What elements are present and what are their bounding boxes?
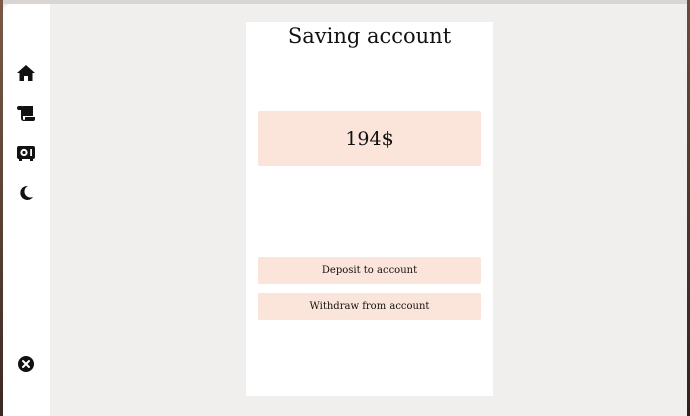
balance-value: 194$ — [345, 127, 394, 150]
app-window: Saving account 194$ Deposit to account W… — [3, 4, 687, 416]
page-title: Saving account — [287, 24, 452, 48]
sidebar-item-dark-mode[interactable] — [15, 182, 37, 204]
balance-display: 194$ — [258, 111, 481, 166]
sidebar — [3, 4, 50, 416]
saving-account-panel: Saving account 194$ Deposit to account W… — [246, 22, 493, 396]
home-icon — [16, 64, 36, 82]
safe-icon — [16, 144, 36, 162]
scroll-icon — [16, 104, 36, 122]
close-icon — [17, 355, 35, 373]
moon-icon — [17, 184, 35, 202]
sidebar-close-button[interactable] — [15, 353, 37, 375]
sidebar-item-savings[interactable] — [15, 142, 37, 164]
deposit-button[interactable]: Deposit to account — [258, 257, 481, 284]
sidebar-item-transactions[interactable] — [15, 102, 37, 124]
withdraw-button[interactable]: Withdraw from account — [258, 293, 481, 320]
sidebar-item-home[interactable] — [15, 62, 37, 84]
